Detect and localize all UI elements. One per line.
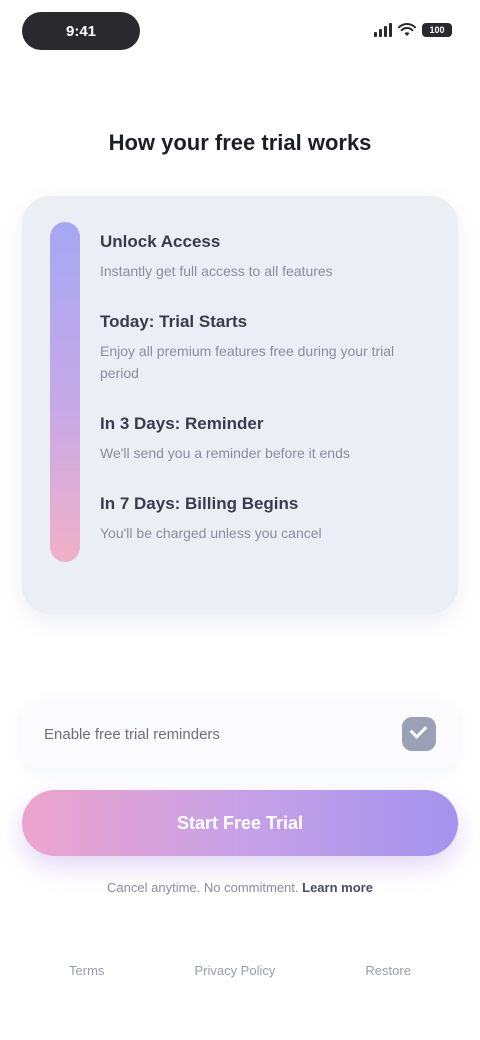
plan-item: In 7 Days: Billing Begins You'll be char… bbox=[100, 494, 428, 544]
plan-list: Unlock Access Instantly get full access … bbox=[100, 232, 428, 574]
restore-link[interactable]: Restore bbox=[365, 963, 411, 978]
battery-icon: 100 bbox=[422, 23, 452, 37]
plan-item-title: Today: Trial Starts bbox=[100, 312, 248, 331]
plan-item: Unlock Access Instantly get full access … bbox=[100, 232, 428, 282]
terms-note: Cancel anytime. No commitment. bbox=[107, 880, 299, 895]
plan-item-title: In 7 Days: Billing Begins bbox=[100, 494, 299, 513]
page-title: How your free trial works bbox=[108, 130, 372, 155]
plan-item-desc: We'll send you a reminder before it ends bbox=[100, 445, 350, 461]
status-time: 9:41 bbox=[22, 12, 140, 50]
reminder-toggle-label: Enable free trial reminders bbox=[44, 725, 220, 743]
terms-link[interactable]: Terms bbox=[69, 963, 104, 978]
status-icons: 100 bbox=[374, 18, 452, 42]
start-trial-button[interactable]: Start Free Trial bbox=[22, 790, 458, 856]
plan-item-desc: Instantly get full access to all feature… bbox=[100, 263, 333, 279]
plan-item: Today: Trial Starts Enjoy all premium fe… bbox=[100, 312, 428, 384]
learn-more-link[interactable]: Learn more bbox=[302, 880, 373, 895]
reminder-toggle-row[interactable]: Enable free trial reminders bbox=[22, 700, 458, 768]
checkbox-icon[interactable] bbox=[402, 717, 436, 751]
signal-icon bbox=[374, 23, 392, 37]
plan-item-title: Unlock Access bbox=[100, 232, 221, 251]
plan-item-desc: Enjoy all premium features free during y… bbox=[100, 343, 395, 381]
plan-item: In 3 Days: Reminder We'll send you a rem… bbox=[100, 414, 428, 464]
timeline-bar bbox=[50, 222, 80, 562]
privacy-policy-link[interactable]: Privacy Policy bbox=[194, 963, 275, 978]
plan-card: Unlock Access Instantly get full access … bbox=[22, 196, 458, 614]
wifi-icon bbox=[398, 23, 416, 36]
plan-item-desc: You'll be charged unless you cancel bbox=[100, 525, 322, 541]
footer-links: Terms Privacy Policy Restore bbox=[0, 958, 480, 982]
terms-text: Cancel anytime. No commitment. Learn mor… bbox=[30, 880, 450, 895]
status-bar: 9:41 100 bbox=[0, 0, 480, 60]
plan-item-title: In 3 Days: Reminder bbox=[100, 414, 264, 433]
